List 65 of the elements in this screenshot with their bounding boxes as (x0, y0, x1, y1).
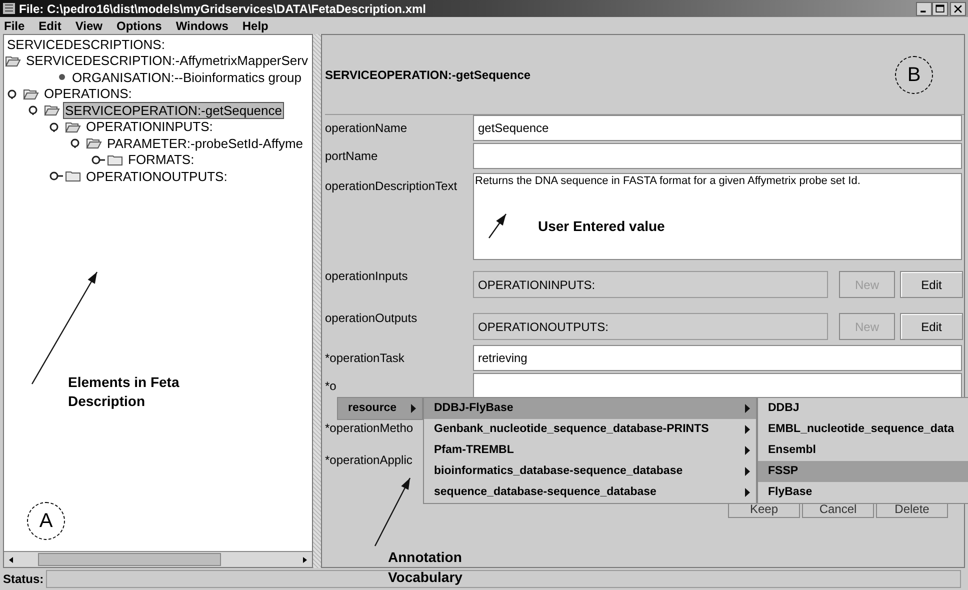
maximize-icon[interactable] (932, 2, 948, 16)
menu-item[interactable]: bioinformatics_database-sequence_database (424, 461, 756, 482)
tree-item[interactable]: SERVICEOPERATION:-getSequence (63, 102, 284, 119)
submenu-arrow-icon (745, 488, 750, 497)
reference-field: OPERATIONOUTPUTS: (473, 313, 828, 340)
tree-item[interactable]: PARAMETER:-probeSetId-Affyme (105, 134, 306, 152)
field-label: portName (325, 148, 379, 163)
annotation-note: User Entered value (538, 217, 666, 236)
field-label: operationOutputs (325, 311, 418, 325)
close-icon[interactable] (950, 2, 966, 16)
menu-item[interactable]: Genbank_nucleotide_sequence_database-PRINTS (424, 419, 756, 440)
collapsed-handle-icon[interactable] (91, 154, 105, 165)
menu-item[interactable]: DDBJ-FlyBase (424, 398, 756, 419)
window-title: File: C:\pedro16\dist\models\myGridservices\DATA\FetaDescription.xml (19, 0, 426, 18)
submenu-arrow-icon (745, 467, 750, 476)
text-field[interactable]: retrieving (473, 345, 962, 371)
menu-item[interactable]: Ensembl (758, 440, 968, 461)
menu-bar-item[interactable]: Windows (176, 16, 228, 34)
text-field[interactable]: getSequence (473, 115, 962, 141)
tree-item[interactable]: SERVICEDESCRIPTION:-AffymetrixMapperServ (24, 52, 310, 70)
menu-item[interactable]: FSSP (758, 461, 968, 482)
menu-bar-item[interactable]: Edit (38, 16, 62, 34)
tree-item[interactable]: ORGANISATION:--Bioinformatics group (70, 68, 304, 86)
minimize-icon[interactable] (916, 2, 932, 16)
field-label: *operationApplic (325, 453, 414, 467)
arrow (487, 212, 509, 240)
annotation-note: Elements in Feta Description (68, 373, 180, 411)
panel-title: SERVICEOPERATION:-getSequence (325, 66, 531, 84)
menu-bar-item[interactable]: View (75, 16, 102, 34)
field-label: operationName (325, 120, 408, 135)
horizontal-scrollbar[interactable] (4, 551, 312, 567)
leaf-dot-icon (58, 73, 66, 82)
tree-item[interactable]: OPERATIONOUTPUTS: (84, 168, 230, 185)
callout-label: B (895, 56, 933, 94)
menu-bar-item[interactable]: Help (242, 16, 268, 34)
tree-item[interactable]: SERVICEDESCRIPTIONS: (5, 36, 167, 53)
collapsed-handle-icon[interactable] (49, 171, 63, 182)
tree-item[interactable]: FORMATS: (126, 151, 196, 168)
form-button[interactable]: Edit (900, 271, 963, 298)
form-button[interactable]: Edit (900, 313, 963, 340)
tree-item[interactable]: OPERATIONINPUTS: (84, 118, 215, 136)
menu-bar-item[interactable]: Options (116, 16, 162, 34)
status-label: Status: (3, 571, 44, 588)
submenu-arrow-icon (411, 404, 416, 413)
arrow (373, 476, 413, 548)
scrollbar-thumb[interactable] (38, 553, 221, 566)
text-field[interactable] (473, 373, 962, 399)
menu-item[interactable]: EMBL_nucleotide_sequence_data (758, 419, 968, 440)
submenu-arrow-icon (745, 425, 750, 434)
annotation-note: Annotation Vocabulary (388, 548, 464, 587)
menu-item[interactable]: resource (338, 398, 422, 419)
submenu-arrow-icon (745, 446, 750, 455)
tree-item[interactable]: OPERATIONS: (42, 85, 134, 102)
field-label: operationInputs (325, 269, 409, 283)
callout-label: A (27, 502, 65, 540)
menu-item[interactable]: DDBJ (758, 398, 968, 419)
reference-field: OPERATIONINPUTS: (473, 271, 828, 298)
submenu-arrow-icon (745, 404, 750, 413)
field-label: *operationTask (325, 350, 406, 365)
menu-bar-item[interactable]: File (4, 16, 25, 34)
text-field[interactable] (473, 143, 962, 169)
menu-item[interactable]: Pfam-TREMBL (424, 440, 756, 461)
app-icon (2, 2, 16, 15)
field-label: *o (325, 378, 338, 393)
field-label: operationDescriptionText (325, 178, 458, 193)
